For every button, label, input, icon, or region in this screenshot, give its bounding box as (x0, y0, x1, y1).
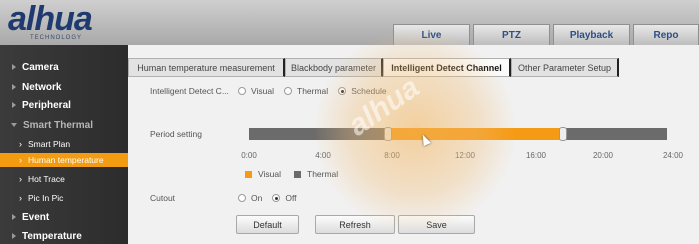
legend-thermal-label: Thermal (307, 169, 339, 179)
sidebar-item-label: Camera (22, 61, 59, 73)
top-navigation: Live PTZ Playback Repo (393, 24, 699, 45)
topnav-playback[interactable]: Playback (553, 24, 630, 45)
sidebar-item-smart-thermal[interactable]: Smart Thermal (0, 117, 128, 133)
cutout-label-on: On (251, 193, 263, 203)
schedule-visual-segment[interactable] (388, 128, 563, 140)
tab-blackbody-parameter[interactable]: Blackbody parameter (285, 58, 383, 77)
cutout-radio-group: On Off (238, 193, 307, 203)
sidebar-item-label: Temperature (22, 230, 82, 242)
tab-other-parameter-setup[interactable]: Other Parameter Setup (511, 58, 619, 77)
channel-label-schedule: Schedule (351, 86, 387, 96)
topnav-ptz[interactable]: PTZ (473, 24, 550, 45)
chevron-right-icon: › (19, 139, 22, 149)
chevron-right-icon: › (19, 174, 22, 184)
expand-down-icon (11, 123, 17, 127)
sidebar-item-temperature[interactable]: Temperature (0, 228, 128, 244)
expand-right-icon (12, 102, 16, 108)
channel-radio-schedule[interactable] (338, 87, 347, 95)
sidebar-item-label: Smart Plan (28, 139, 71, 149)
sidebar-item-event[interactable]: Event (0, 209, 128, 225)
visual-swatch (245, 170, 252, 178)
cutout-label: Cutout (150, 193, 176, 203)
cutout-radio-off[interactable] (272, 194, 281, 202)
refresh-button[interactable]: Refresh (315, 215, 395, 234)
chevron-right-icon: › (19, 193, 22, 203)
tick-label: 24:00 (662, 151, 684, 160)
tick-label: 20:00 (592, 151, 614, 160)
period-setting-label: Period setting (150, 129, 202, 139)
sidebar-item-label: Smart Thermal (23, 119, 94, 131)
sidebar-item-label: Network (22, 81, 62, 93)
channel-radio-group: Visual Thermal Schedule (238, 86, 397, 96)
legend-visual-label: Visual (258, 169, 281, 179)
sidebar-item-label: Peripheral (22, 99, 71, 111)
save-button[interactable]: Save (398, 215, 475, 234)
tick-label: 16:00 (525, 151, 547, 160)
expand-right-icon (12, 233, 16, 239)
main-content: Human temperature measurement Blackbody p… (128, 45, 699, 244)
sidebar-item-pic-in-pic[interactable]: › Pic In Pic (0, 191, 128, 205)
tab-intelligent-detect-channel[interactable]: Intelligent Detect Channel (383, 58, 511, 77)
legend-thermal: Thermal (294, 169, 338, 179)
legend-visual: Visual (245, 169, 281, 179)
expand-right-icon (12, 214, 16, 220)
sidebar-item-network[interactable]: Network (0, 79, 128, 95)
thermal-swatch (294, 170, 301, 178)
channel-radio-visual[interactable] (238, 87, 246, 95)
default-button[interactable]: Default (236, 215, 299, 234)
dahua-logo: alhua TECHNOLOGY (8, 0, 93, 41)
tick-label: 4:00 (315, 151, 331, 160)
topnav-live[interactable]: Live (393, 24, 470, 45)
sidebar-item-smart-plan[interactable]: › Smart Plan (0, 137, 128, 151)
topnav-repo[interactable]: Repo (633, 24, 699, 45)
channel-radio-thermal[interactable] (284, 87, 292, 95)
sidebar-item-label: Event (22, 211, 50, 223)
tab-human-temperature-measurement[interactable]: Human temperature measurement (128, 58, 285, 77)
chevron-right-icon: › (19, 155, 22, 165)
tick-label: 0:00 (241, 151, 257, 160)
schedule-timeline[interactable] (249, 127, 667, 141)
expand-right-icon (12, 84, 16, 90)
schedule-end-handle[interactable] (558, 127, 567, 141)
tick-label: 12:00 (454, 151, 476, 160)
sidebar-item-peripheral[interactable]: Peripheral (0, 97, 128, 113)
sidebar-item-label: Pic In Pic (28, 193, 64, 203)
schedule-start-handle[interactable] (384, 127, 393, 141)
settings-tabs: Human temperature measurement Blackbody p… (128, 58, 619, 77)
sidebar-item-hot-trace[interactable]: › Hot Trace (0, 172, 128, 186)
channel-label: Intelligent Detect C... (150, 86, 229, 96)
sidebar-item-label: Hot Trace (28, 174, 65, 184)
cutout-radio-on[interactable] (238, 194, 246, 202)
header-bar: alhua TECHNOLOGY Live PTZ Playback Repo (0, 0, 699, 45)
sidebar: Camera Network Peripheral Smart Thermal › Sma… (0, 45, 128, 244)
cutout-label-off: Off (285, 193, 297, 203)
sidebar-item-camera[interactable]: Camera (0, 59, 128, 75)
expand-right-icon (12, 64, 16, 70)
channel-label-visual: Visual (251, 86, 274, 96)
sidebar-item-human-temperature[interactable]: › Human temperature (0, 153, 128, 167)
tick-label: 8:00 (384, 151, 400, 160)
sidebar-item-label: Human temperature (28, 155, 104, 165)
channel-label-thermal: Thermal (297, 86, 329, 96)
